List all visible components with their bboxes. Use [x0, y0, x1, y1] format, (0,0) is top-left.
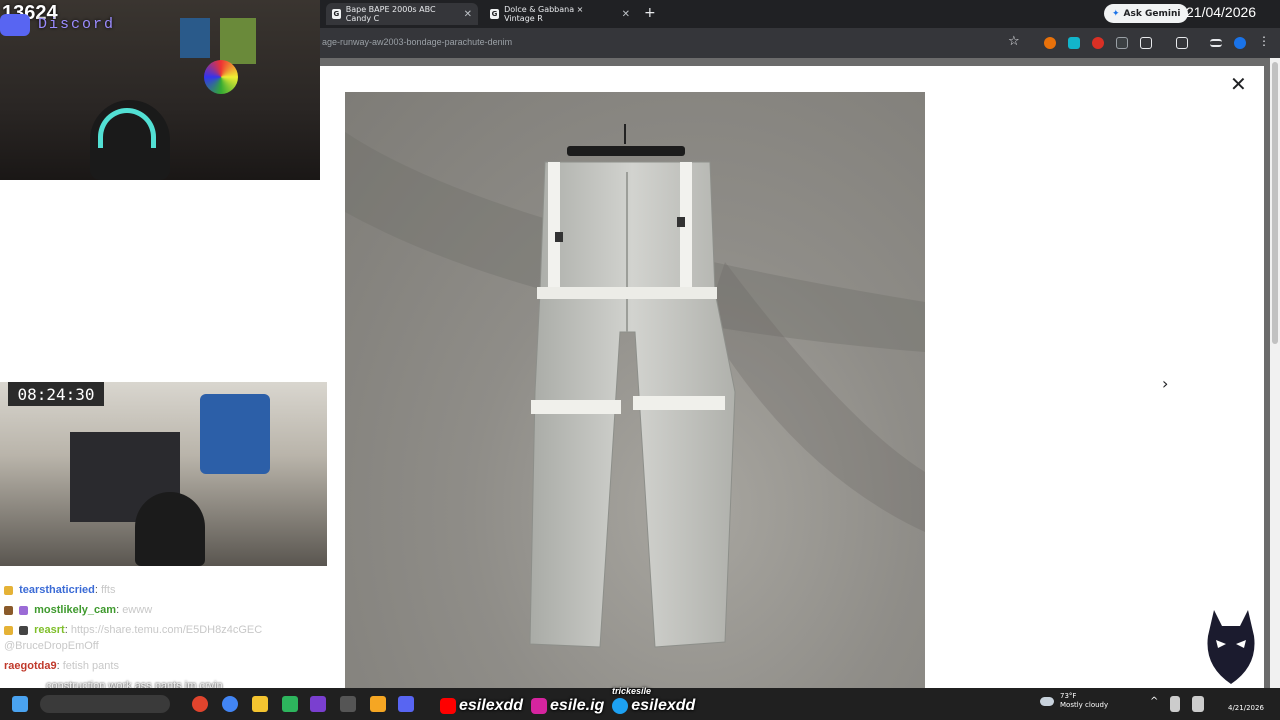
google-favicon-icon: G — [490, 9, 500, 19]
tray-date[interactable]: 4/21/2026 — [1228, 704, 1264, 712]
extension-icon[interactable] — [1116, 37, 1128, 49]
chat-message: raegotda9: fetish pants — [4, 660, 119, 672]
extension-icon[interactable] — [1044, 37, 1056, 49]
bookmark-star-icon[interactable]: ☆ — [1008, 34, 1020, 49]
chat-username[interactable]: raegotda9 — [4, 660, 57, 672]
media-control-icon[interactable] — [1176, 37, 1188, 49]
app-icon[interactable] — [310, 696, 326, 712]
chat-username[interactable]: tearsthaticried — [19, 584, 95, 596]
chat-message: @BruceDropEmOff — [4, 640, 99, 652]
file-explorer-icon[interactable] — [252, 696, 268, 712]
chat-badge-icon — [19, 605, 29, 615]
instagram-icon — [531, 698, 548, 714]
chat-text: @BruceDropEmOff — [4, 640, 99, 652]
chevron-right-icon[interactable]: › — [1162, 374, 1168, 393]
date-overlay: 21/04/2026 — [1186, 4, 1257, 20]
tab-close-icon[interactable]: ✕ — [464, 9, 472, 20]
chat-panel: tearsthaticried: ffts mostlikely_cam: ew… — [0, 562, 320, 692]
discord-taskbar-icon[interactable] — [398, 696, 414, 712]
url-text[interactable]: age-runway-aw2003-bondage-parachute-deni… — [322, 37, 512, 47]
socials-caption: trickesile — [612, 686, 652, 696]
settings-gear-icon[interactable] — [340, 696, 356, 712]
tray-chevron-up-icon[interactable]: ^ — [1150, 696, 1160, 712]
timer-text: 08:24:30 — [17, 384, 95, 404]
stream-timer: 08:24:30 — [8, 382, 104, 406]
chat-username[interactable]: reasrt — [34, 624, 65, 636]
discord-logo-icon — [0, 14, 30, 36]
chat-message: tearsthaticried: ffts — [4, 584, 115, 596]
chrome-icon[interactable] — [222, 696, 238, 712]
twitter-icon — [612, 698, 629, 714]
gemini-sparkle-icon: ✦ — [1112, 8, 1120, 19]
reading-list-icon[interactable] — [1210, 39, 1222, 47]
tab-title: Dolce & Gabbana × Vintage R — [504, 5, 584, 23]
color-wheel-decor — [204, 60, 238, 94]
pants-illustration — [345, 124, 925, 648]
twitter-handle: esilexdd — [631, 697, 696, 714]
image-viewer-modal: ✕ › — [320, 66, 1264, 688]
chat-username[interactable]: mostlikely_cam — [34, 604, 116, 616]
mic-icon[interactable] — [1170, 696, 1180, 712]
batman-mascot-overlay — [1207, 610, 1255, 684]
youtube-handle: esilexdd — [459, 697, 524, 714]
ask-gemini-label: Ask Gemini — [1123, 8, 1181, 19]
extension-icon[interactable] — [1092, 37, 1104, 49]
weather-widget[interactable]: 73°F Mostly cloudy — [1040, 692, 1108, 710]
chat-text: ffts — [101, 584, 116, 596]
search-box[interactable] — [40, 695, 170, 713]
chat-text: fetish pants — [62, 660, 119, 672]
chat-badge-icon — [4, 625, 13, 635]
tab-close-icon[interactable]: ✕ — [622, 9, 630, 20]
chat-text: ewww — [122, 604, 153, 616]
chat-message: mostlikely_cam: ewww — [4, 604, 152, 616]
scrollbar-thumb[interactable] — [1272, 62, 1278, 344]
close-icon[interactable]: ✕ — [1230, 72, 1247, 96]
hanging-jacket — [200, 394, 270, 474]
start-button-icon[interactable] — [12, 696, 28, 712]
page-scrollbar[interactable] — [1270, 58, 1280, 688]
chat-message: reasrt: https://share.temu.com/E5DH8z4cG… — [4, 624, 262, 636]
weather-desc: Mostly cloudy — [1060, 701, 1109, 709]
address-bar[interactable]: age-runway-aw2003-bondage-parachute-deni… — [316, 28, 1280, 58]
chat-badge-icon — [19, 625, 29, 635]
webcam-feed-bottom — [0, 382, 327, 566]
chat-link[interactable]: https://share.temu.com/E5DH8z4cGEC — [71, 624, 262, 636]
network-icon[interactable] — [1192, 696, 1204, 712]
product-photo — [345, 92, 925, 688]
app-icon[interactable] — [370, 696, 386, 712]
social-handles-overlay: trickesile esilexdd esile.ig esilexdd — [432, 686, 696, 718]
discord-label: Discord — [38, 16, 116, 33]
wall-poster — [220, 18, 256, 64]
app-icon[interactable] — [192, 696, 208, 712]
screen: G Bape BAPE 2000s ABC Candy C ✕ G Dolce … — [0, 0, 1280, 720]
google-favicon-icon: G — [332, 9, 341, 19]
stream-overlay-panel: 13624 Discord 08:24:30 tearsthaticried: … — [0, 0, 327, 720]
tab-bape[interactable]: G Bape BAPE 2000s ABC Candy C ✕ — [326, 3, 478, 25]
kebab-menu-icon[interactable]: ⋮ — [1258, 34, 1270, 48]
chat-badge-icon — [4, 585, 13, 595]
profile-avatar-icon[interactable] — [1234, 37, 1246, 49]
chat-badge-icon — [4, 605, 13, 615]
extensions-puzzle-icon[interactable] — [1140, 37, 1152, 49]
wall-poster — [180, 18, 210, 58]
tab-dolce-gabbana[interactable]: G Dolce & Gabbana × Vintage R ✕ — [484, 3, 636, 25]
streamer-silhouette — [135, 492, 205, 566]
youtube-icon — [440, 698, 456, 714]
cloud-icon — [1040, 696, 1054, 706]
instagram-handle: esile.ig — [550, 697, 605, 714]
ask-gemini-button[interactable]: ✦ Ask Gemini — [1104, 4, 1189, 23]
app-icon[interactable] — [282, 696, 298, 712]
tab-title: Bape BAPE 2000s ABC Candy C — [345, 5, 436, 23]
extension-icon[interactable] — [1068, 37, 1080, 49]
new-tab-plus-icon[interactable]: + — [644, 5, 656, 21]
weather-temp: 73°F — [1060, 692, 1077, 700]
